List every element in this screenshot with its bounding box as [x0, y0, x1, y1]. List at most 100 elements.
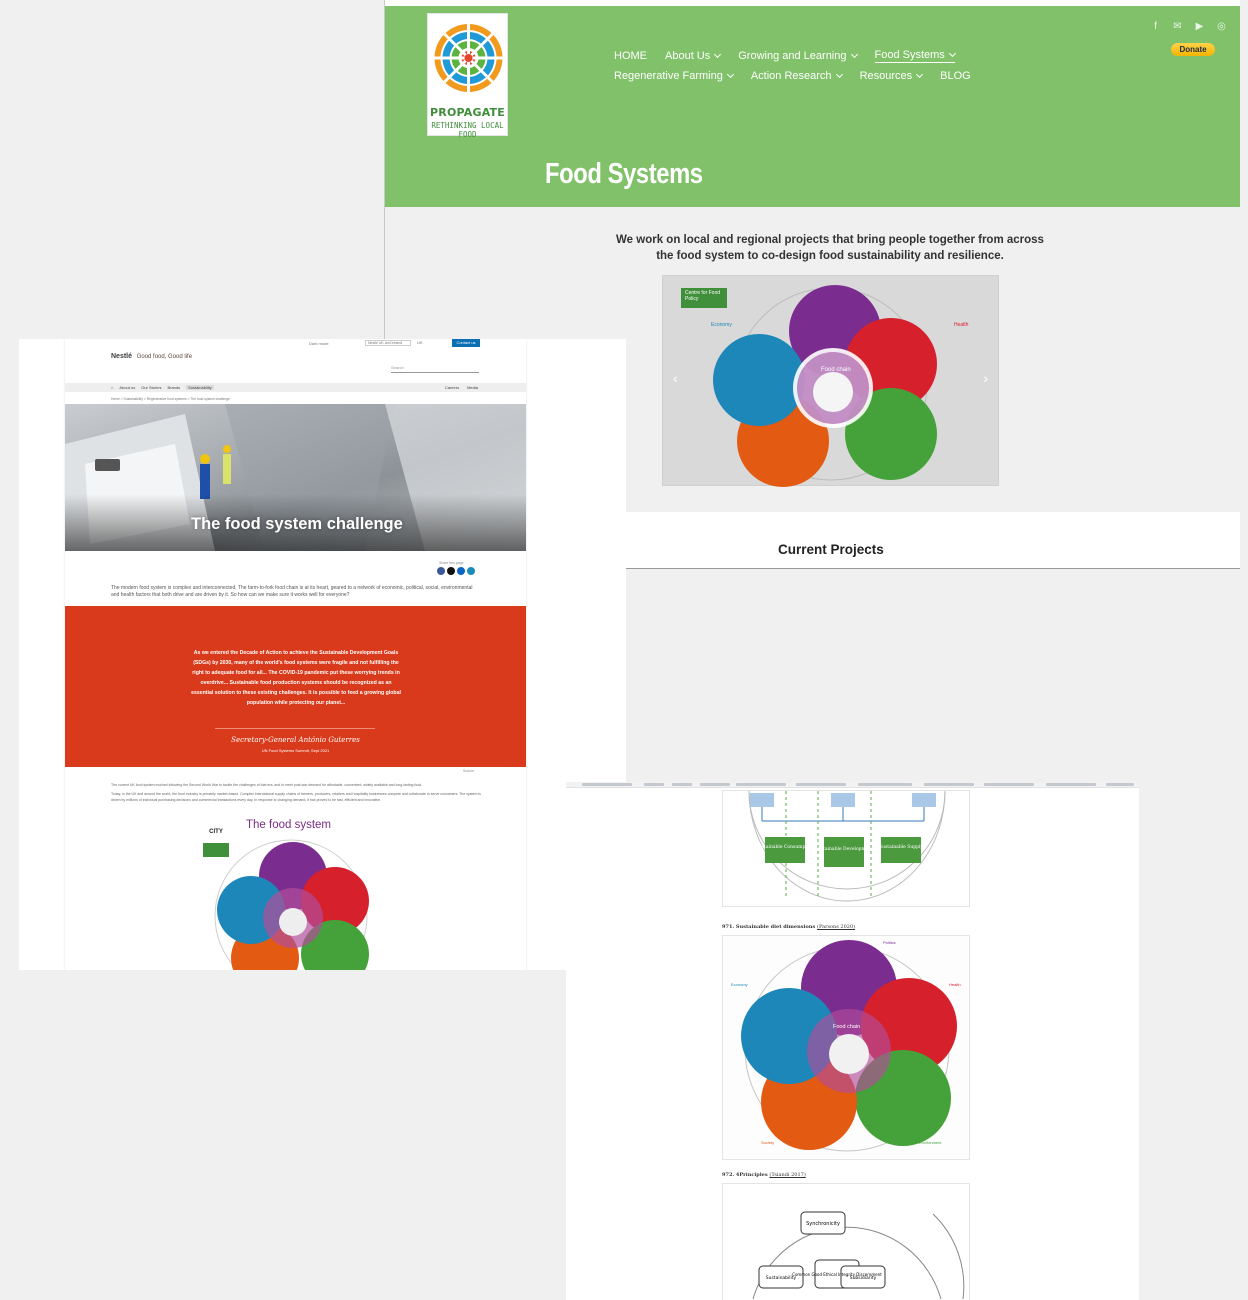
email-icon[interactable]: ✉ [1171, 20, 1184, 33]
sub-nav: ⌂ About us Our Stories Brands Sustainabi… [65, 383, 526, 392]
logo-tagline: RETHINKING LOCAL FOOD [431, 121, 504, 139]
lead-paragraph: The modern food system is complex and in… [111, 585, 473, 598]
document-screenshot: Sustainable Consumption Sustainable Deve… [566, 782, 1139, 1300]
social-links: f ✉ ▶ ◎ [1149, 20, 1228, 33]
brand-tagline: Good food, Good life [136, 354, 193, 360]
sunflower-logo-icon [434, 24, 503, 92]
chevron-down-icon [835, 70, 843, 79]
nav-item-label: Regenerative Farming [614, 70, 723, 82]
quote-source[interactable]: UN Food Systems Summit, Sept 2021 [65, 748, 526, 753]
venn-label-health: Health [954, 322, 969, 328]
main-nav: HOME About Us Growing and Learning Food Sys… [614, 46, 1014, 86]
nav-item-food-systems[interactable]: Food Systems [874, 49, 956, 63]
propagate-logo[interactable]: PROPAGATE RETHINKING LOCAL FOOD [427, 13, 508, 139]
box-consumption: Sustainable Consumption [756, 844, 815, 850]
breadcrumb[interactable]: Home > Sustainability > Regenerative foo… [111, 397, 230, 401]
linkedin-share-icon[interactable] [457, 567, 465, 575]
donate-button[interactable]: Donate [1171, 43, 1215, 56]
box-development: Sustainable Development [815, 846, 874, 852]
caption-971-text: 971. Sustainable diet dimensions [722, 924, 816, 930]
label-society: Society [761, 1140, 774, 1145]
subnav-careers[interactable]: Careers [445, 385, 459, 390]
chevron-down-icon [916, 70, 924, 79]
region-select[interactable]: Nestlé UK and Ireland [365, 340, 411, 346]
caption-972-text: 972. 4Principles [722, 1172, 768, 1178]
chevron-down-icon [714, 50, 722, 59]
label-politics: Politics [883, 940, 896, 945]
nav-item-blog[interactable]: BLOG [940, 70, 971, 82]
food-system-diagram [214, 839, 369, 970]
search-input[interactable]: Search [391, 365, 479, 373]
nav-item-label: HOME [614, 50, 647, 62]
site-header: PROPAGATE RETHINKING LOCAL FOOD HOME Abou… [385, 6, 1240, 207]
nav-item-action-research[interactable]: Action Research [751, 70, 843, 82]
twitter-share-icon[interactable] [447, 567, 455, 575]
nestle-logo: Nestlé [111, 353, 133, 360]
box-supply: Sustainable Supply [879, 844, 923, 850]
label-environment: Environment [919, 1140, 942, 1145]
subnav-about[interactable]: About us [119, 385, 135, 390]
nav-item-label: About Us [665, 50, 711, 62]
nav-item-regenerative-farming[interactable]: Regenerative Farming [614, 70, 734, 82]
quote-signature: Secretary-General António Guterres [231, 736, 360, 744]
figure-sustainable-diet: Politics Economy Health Society Environm… [722, 935, 970, 1160]
4principles-diagram: Synchronicity Common Good Ethical Integr… [752, 1211, 965, 1300]
facebook-icon[interactable]: f [1149, 20, 1162, 33]
instagram-icon[interactable]: ◎ [1215, 20, 1228, 33]
subnav-stories[interactable]: Our Stories [141, 385, 161, 390]
subnav-media[interactable]: Media [467, 385, 478, 390]
caption-971-ref[interactable]: (Parsons 2020) [817, 924, 855, 930]
image-carousel[interactable]: Centre for Food Policy ‹ › Economy Healt… [662, 275, 999, 487]
nav-item-label: Resources [859, 70, 913, 82]
nav-item-label: BLOG [940, 70, 971, 82]
quote-divider [215, 728, 375, 729]
nestle-screenshot: Dark mode Nestlé UK and Ireland UK Conta… [19, 339, 626, 970]
nav-item-growing-and-learning[interactable]: Growing and Learning [738, 50, 858, 62]
nav-row-1: HOME About Us Growing and Learning Food Sys… [614, 46, 1014, 66]
youtube-icon[interactable]: ▶ [1193, 20, 1206, 33]
label-health: Health [949, 982, 961, 987]
subnav-brands[interactable]: Brands [167, 385, 180, 390]
nav-item-home[interactable]: HOME [614, 50, 647, 62]
body-paragraph-1: The current UK food system evolved follo… [111, 783, 423, 787]
body-paragraph-2: Today, in the UK and around the world, t… [111, 792, 481, 802]
source-link[interactable]: Source [463, 769, 474, 773]
email-share-icon[interactable] [467, 567, 475, 575]
chevron-down-icon [726, 70, 734, 79]
body-text: The current UK food system evolved follo… [111, 782, 481, 803]
nav-item-label: Food Systems [874, 49, 945, 61]
food-system-venn-diagram: Economy Health Food chain [711, 285, 969, 487]
home-icon[interactable]: ⌂ [111, 385, 113, 390]
quote-text: As we entered the Decade of Action to ac… [191, 650, 401, 706]
city-logo-text: CITY [209, 829, 223, 835]
quote-block: As we entered the Decade of Action to ac… [65, 606, 526, 767]
contact-button[interactable]: Contact us [452, 339, 480, 347]
page-title: Food Systems [545, 158, 703, 190]
label-economy: Economy [731, 982, 748, 987]
section-title: Current Projects [778, 542, 884, 557]
node-subsidiarity: Subsidiarity [850, 1275, 877, 1281]
share-bar: Share this page [437, 561, 475, 575]
venn-label-economy: Economy [711, 322, 732, 328]
nav-item-resources[interactable]: Resources [859, 70, 924, 82]
label-food-chain: Food chain [833, 1024, 860, 1030]
subnav-sustainability[interactable]: Sustainability [186, 385, 214, 390]
nav-item-about-us[interactable]: About Us [665, 50, 722, 62]
hero-image: The food system challenge [65, 404, 526, 551]
diagram-title: The food system [246, 819, 332, 831]
facebook-share-icon[interactable] [437, 567, 445, 575]
node-sustainability: Sustainability [766, 1275, 797, 1281]
sustainable-development-diagram: Sustainable Consumption Sustainable Deve… [748, 790, 946, 902]
dark-mode-toggle[interactable]: Dark mode [309, 341, 329, 346]
figure-caption-972: 972. 4Principles (Tsiandi 2017) [722, 1172, 806, 1178]
venn-label-food-chain: Food chain [821, 367, 851, 373]
nestle-brand[interactable]: Nestlé Good food, Good life [111, 353, 192, 360]
nav-item-label: Growing and Learning [738, 50, 847, 62]
caption-972-ref[interactable]: (Tsiandi 2017) [769, 1172, 805, 1178]
share-label: Share this page [439, 561, 464, 565]
current-projects-section: Current Projects [626, 512, 1240, 569]
language-select[interactable]: UK [417, 340, 423, 345]
utility-bar: Dark mode Nestlé UK and Ireland UK Conta… [65, 339, 526, 348]
sustainable-diet-diagram: Politics Economy Health Society Environm… [731, 940, 961, 1152]
figure-caption-971: 971. Sustainable diet dimensions (Parson… [722, 924, 855, 930]
